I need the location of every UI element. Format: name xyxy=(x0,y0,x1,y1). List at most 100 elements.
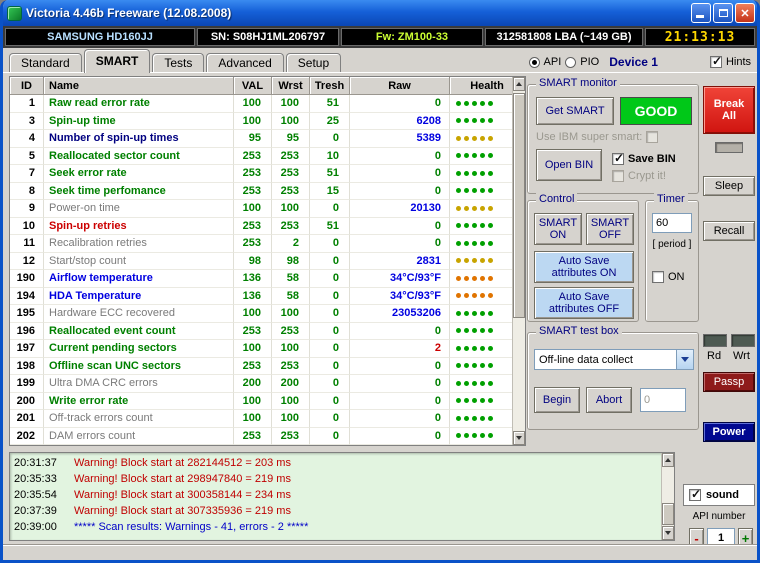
autosave-off-button[interactable]: Auto Save attributes OFF xyxy=(534,287,634,319)
table-row[interactable]: 12Start/stop count989802831 xyxy=(10,253,512,271)
table-row[interactable]: 194HDA Temperature13658034°C/93°F xyxy=(10,288,512,306)
table-scrollbar[interactable] xyxy=(512,77,525,445)
timer-on-checkbox[interactable] xyxy=(652,271,664,283)
attr-wrst: 200 xyxy=(272,375,310,393)
sound-checkbox[interactable] xyxy=(689,489,701,501)
table-row[interactable]: 5Reallocated sector count253253100 xyxy=(10,148,512,166)
health-dot xyxy=(480,101,485,106)
log-scroll-thumb[interactable] xyxy=(662,503,674,525)
attr-health xyxy=(450,428,512,446)
attr-name: Hardware ECC recovered xyxy=(44,305,234,323)
attr-health xyxy=(450,113,512,131)
log-scroll-up-icon[interactable] xyxy=(662,453,674,467)
attr-health xyxy=(450,218,512,236)
pio-radio[interactable] xyxy=(565,57,576,68)
maximize-icon[interactable] xyxy=(713,3,733,23)
health-dot xyxy=(488,328,493,333)
sleep-button[interactable]: Sleep xyxy=(703,176,755,196)
attr-raw: 34°C/93°F xyxy=(350,270,450,288)
attr-val: 253 xyxy=(234,428,272,446)
attr-raw: 0 xyxy=(350,95,450,113)
table-row[interactable]: 196Reallocated event count25325300 xyxy=(10,323,512,341)
test-counter-input[interactable] xyxy=(640,388,686,412)
table-row[interactable]: 10Spin-up retries253253510 xyxy=(10,218,512,236)
log-scrollbar[interactable] xyxy=(661,453,674,540)
attr-wrst: 253 xyxy=(272,165,310,183)
minimize-icon[interactable] xyxy=(691,3,711,23)
attr-val: 100 xyxy=(234,200,272,218)
table-row[interactable]: 1Raw read error rate100100510 xyxy=(10,95,512,113)
table-row[interactable]: 11Recalibration retries253200 xyxy=(10,235,512,253)
chevron-down-icon[interactable] xyxy=(676,350,693,369)
log-scroll-down-icon[interactable] xyxy=(662,526,674,540)
health-dot xyxy=(472,363,477,368)
attr-raw: 0 xyxy=(350,410,450,428)
table-row[interactable]: 195Hardware ECC recovered100100023053206 xyxy=(10,305,512,323)
smart-off-button[interactable]: SMART OFF xyxy=(586,213,634,245)
table-row[interactable]: 7Seek error rate253253510 xyxy=(10,165,512,183)
save-bin-checkbox[interactable] xyxy=(612,153,624,165)
attr-id: 3 xyxy=(10,113,44,131)
timer-period-input[interactable] xyxy=(652,213,692,233)
power-button[interactable]: Power xyxy=(703,422,755,442)
test-select[interactable]: Off-line data collect xyxy=(534,349,694,370)
attr-tresh: 10 xyxy=(310,148,350,166)
tab-standard[interactable]: Standard xyxy=(9,53,82,73)
table-row[interactable]: 198Offline scan UNC sectors25325300 xyxy=(10,358,512,376)
attr-health xyxy=(450,305,512,323)
table-row[interactable]: 200Write error rate10010000 xyxy=(10,393,512,411)
scroll-down-icon[interactable] xyxy=(513,431,525,445)
table-row[interactable]: 3Spin-up time100100256208 xyxy=(10,113,512,131)
health-dot xyxy=(456,311,461,316)
attr-id: 12 xyxy=(10,253,44,271)
attr-name: Raw read error rate xyxy=(44,95,234,113)
table-row[interactable]: 201Off-track errors count10010000 xyxy=(10,410,512,428)
table-row[interactable]: 9Power-on time100100020130 xyxy=(10,200,512,218)
passp-button[interactable]: Passp xyxy=(703,372,755,392)
table-row[interactable]: 4Number of spin-up times959505389 xyxy=(10,130,512,148)
recall-button[interactable]: Recall xyxy=(703,221,755,241)
table-row[interactable]: 197Current pending sectors10010002 xyxy=(10,340,512,358)
health-dot xyxy=(456,398,461,403)
health-dot xyxy=(480,223,485,228)
break-all-button[interactable]: Break All xyxy=(703,86,755,134)
autosave-on-button[interactable]: Auto Save attributes ON xyxy=(534,251,634,283)
table-scroll-thumb[interactable] xyxy=(513,93,525,318)
table-row[interactable]: 190Airflow temperature13658034°C/93°F xyxy=(10,270,512,288)
attr-name: Start/stop count xyxy=(44,253,234,271)
scroll-up-icon[interactable] xyxy=(513,77,525,91)
attr-wrst: 253 xyxy=(272,148,310,166)
get-smart-button[interactable]: Get SMART xyxy=(536,97,614,125)
attr-raw: 23053206 xyxy=(350,305,450,323)
table-row[interactable]: 199Ultra DMA CRC errors20020000 xyxy=(10,375,512,393)
log-message: Warning! Block start at 282144512 = 203 … xyxy=(74,457,291,469)
open-bin-button[interactable]: Open BIN xyxy=(536,149,602,181)
attr-val: 98 xyxy=(234,253,272,271)
attr-health xyxy=(450,323,512,341)
smart-on-button[interactable]: SMART ON xyxy=(534,213,582,245)
attr-wrst: 58 xyxy=(272,270,310,288)
attr-wrst: 100 xyxy=(272,200,310,218)
table-row[interactable]: 202DAM errors count25325300 xyxy=(10,428,512,446)
tab-setup[interactable]: Setup xyxy=(286,53,341,73)
attr-id: 199 xyxy=(10,375,44,393)
attr-raw: 0 xyxy=(350,235,450,253)
attr-val: 136 xyxy=(234,288,272,306)
table-row[interactable]: 8Seek time perfomance253253150 xyxy=(10,183,512,201)
tab-smart[interactable]: SMART xyxy=(84,49,151,73)
api-radio[interactable] xyxy=(529,57,540,68)
begin-button[interactable]: Begin xyxy=(534,387,580,413)
attr-id: 200 xyxy=(10,393,44,411)
close-icon[interactable] xyxy=(735,3,755,23)
attr-wrst: 95 xyxy=(272,130,310,148)
tab-advanced[interactable]: Advanced xyxy=(206,53,283,73)
log-line: 20:39:00***** Scan results: Warnings - 4… xyxy=(14,519,660,535)
health-dot xyxy=(480,398,485,403)
read-led-label: Rd xyxy=(707,350,721,362)
attr-val: 100 xyxy=(234,95,272,113)
header-tresh: Tresh xyxy=(310,77,350,95)
attr-health xyxy=(450,393,512,411)
abort-button[interactable]: Abort xyxy=(586,387,632,413)
tab-tests[interactable]: Tests xyxy=(152,53,204,73)
hints-checkbox[interactable] xyxy=(710,56,722,68)
